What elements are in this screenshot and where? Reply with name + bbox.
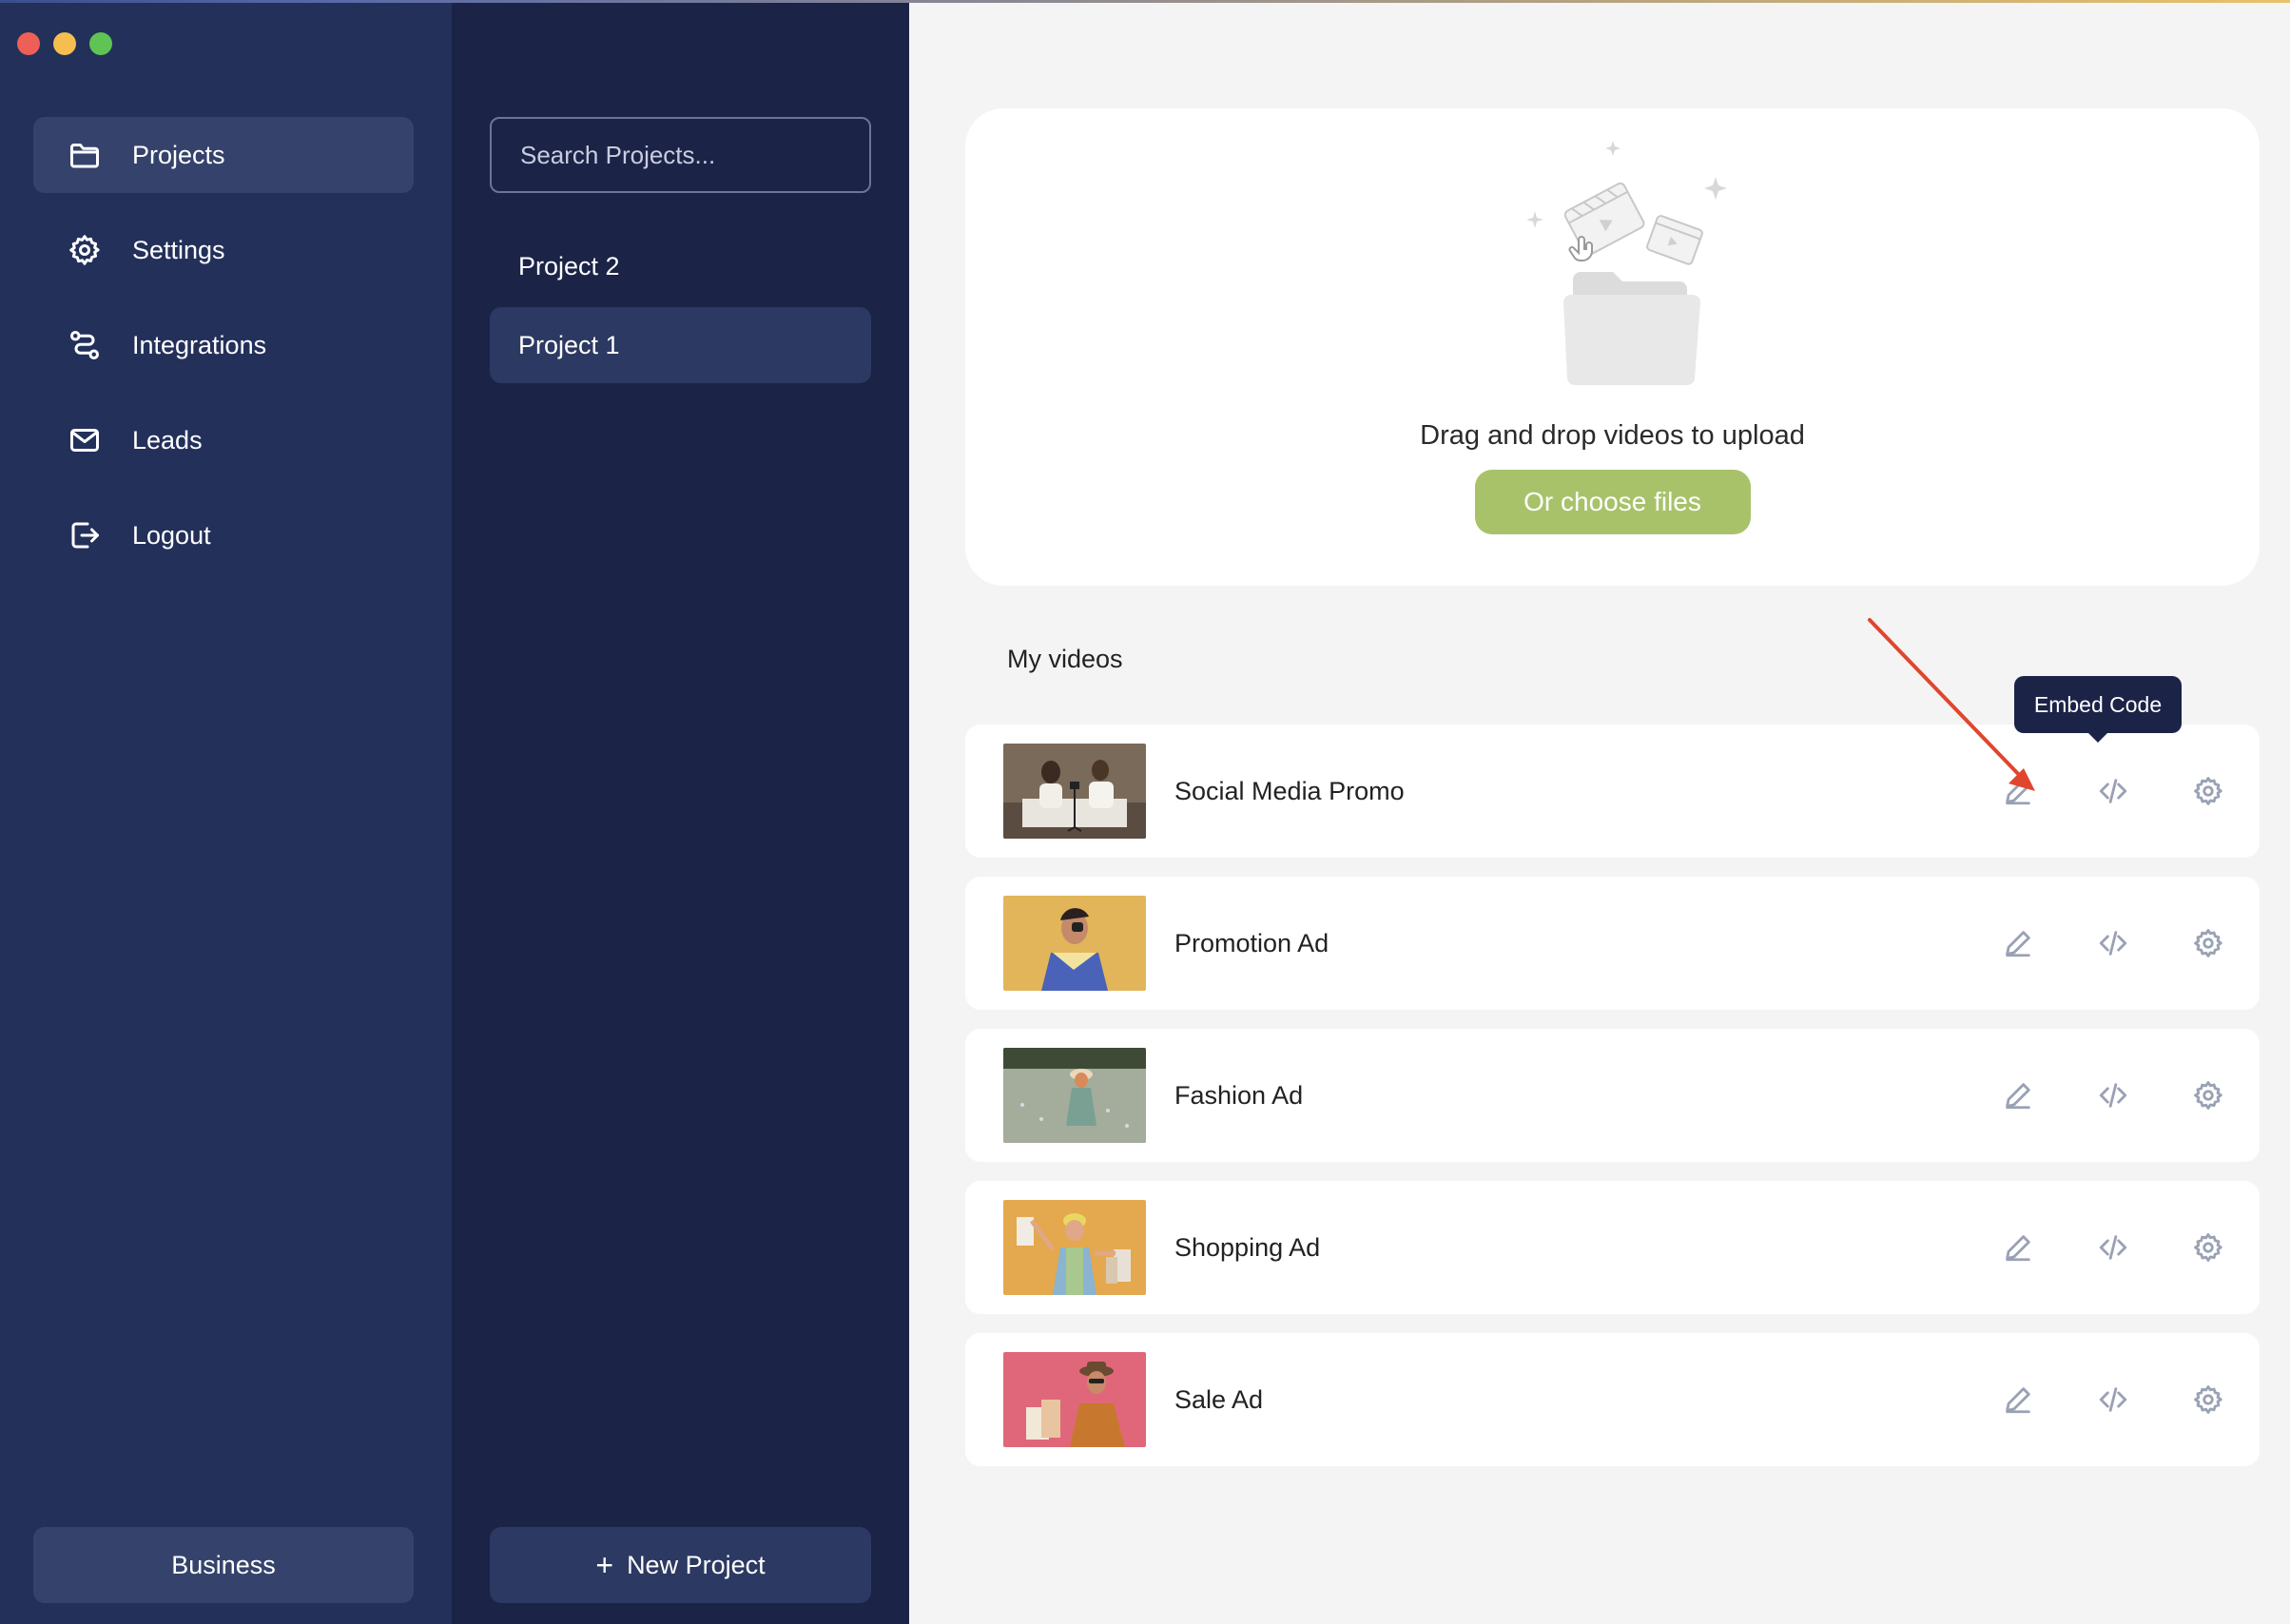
embed-code-button[interactable]	[2096, 1078, 2130, 1112]
primary-sidebar: Projects Settings Integrations Leads Log…	[0, 0, 452, 1624]
video-actions	[2001, 1181, 2225, 1314]
video-actions	[2001, 725, 2225, 858]
pencil-icon	[2006, 1235, 2030, 1262]
integrations-icon	[68, 328, 102, 362]
sidebar-item-label: Settings	[132, 235, 225, 264]
video-row[interactable]: Fashion Ad	[965, 1029, 2260, 1162]
edit-button[interactable]	[2001, 1382, 2035, 1417]
sidebar-item-label: Integrations	[132, 330, 267, 359]
minimize-window-button[interactable]	[53, 32, 76, 55]
sidebar-item-leads[interactable]: Leads	[33, 402, 414, 478]
gear-icon	[2194, 929, 2222, 957]
search-input[interactable]	[490, 117, 871, 193]
pencil-icon	[2006, 779, 2030, 805]
video-title: Sale Ad	[1174, 1384, 1264, 1414]
video-actions	[2001, 877, 2225, 1010]
maximize-window-button[interactable]	[89, 32, 112, 55]
code-icon	[2099, 1083, 2127, 1108]
video-title: Social Media Promo	[1174, 776, 1405, 805]
embed-code-button[interactable]	[2096, 1230, 2130, 1265]
new-project-label: New Project	[627, 1550, 766, 1579]
top-accent-line	[0, 0, 2290, 3]
sidebar-item-label: Projects	[132, 140, 225, 169]
embed-code-button[interactable]	[2096, 774, 2130, 808]
gear-icon	[2194, 1081, 2222, 1110]
new-project-button[interactable]: + New Project	[490, 1527, 871, 1603]
video-settings-button[interactable]	[2191, 926, 2225, 960]
projects-panel: Project 2 Project 1 + New Project	[452, 0, 909, 1624]
project-item-project-1[interactable]: Project 1	[490, 307, 871, 383]
code-icon	[2099, 1387, 2127, 1412]
sidebar-item-settings[interactable]: Settings	[33, 212, 414, 288]
edit-button[interactable]	[2001, 1230, 2035, 1265]
video-settings-button[interactable]	[2191, 1382, 2225, 1417]
video-thumbnail[interactable]	[1003, 896, 1146, 991]
video-thumbnail[interactable]	[1003, 1352, 1146, 1447]
video-row[interactable]: Social Media Promo	[965, 725, 2260, 858]
video-row[interactable]: Promotion Ad	[965, 877, 2260, 1010]
logout-icon	[68, 518, 102, 552]
embed-code-tooltip: Embed Code	[2014, 676, 2182, 733]
code-icon	[2099, 931, 2127, 956]
gear-icon	[2194, 1385, 2222, 1414]
plan-button[interactable]: Business	[33, 1527, 414, 1603]
project-list: Project 2 Project 1	[490, 228, 871, 386]
sidebar-item-label: Logout	[132, 520, 211, 550]
project-item-label: Project 2	[518, 251, 620, 280]
code-icon	[2099, 1235, 2127, 1260]
choose-files-button[interactable]: Or choose files	[1474, 470, 1751, 534]
window-controls	[17, 32, 112, 55]
close-window-button[interactable]	[17, 32, 40, 55]
upload-dropzone[interactable]: Drag and drop videos to upload Or choose…	[965, 108, 2260, 586]
sidebar-item-logout[interactable]: Logout	[33, 497, 414, 573]
gear-icon	[2194, 777, 2222, 805]
project-item-label: Project 1	[518, 330, 620, 359]
video-actions	[2001, 1029, 2225, 1162]
sidebar-item-projects[interactable]: Projects	[33, 117, 414, 193]
pencil-icon	[2006, 1387, 2030, 1414]
plus-icon: +	[595, 1548, 614, 1582]
video-thumbnail[interactable]	[1003, 1200, 1146, 1295]
embed-code-button[interactable]	[2096, 1382, 2130, 1417]
section-title: My videos	[1007, 645, 1123, 673]
edit-button[interactable]	[2001, 926, 2035, 960]
sidebar-nav: Projects Settings Integrations Leads Log…	[33, 117, 414, 592]
edit-button[interactable]	[2001, 1078, 2035, 1112]
video-thumbnail[interactable]	[1003, 744, 1146, 839]
video-row[interactable]: Shopping Ad	[965, 1181, 2260, 1314]
video-list: Social Media Promo Promotion Ad Fashion …	[965, 725, 2260, 1485]
mail-icon	[68, 423, 102, 457]
gear-icon	[68, 233, 102, 267]
pencil-icon	[2006, 1083, 2030, 1110]
sidebar-item-label: Leads	[132, 425, 203, 454]
app-window: Projects Settings Integrations Leads Log…	[0, 0, 2290, 1624]
video-thumbnail[interactable]	[1003, 1048, 1146, 1143]
folder-icon	[68, 138, 102, 172]
project-item-project-2[interactable]: Project 2	[490, 228, 871, 304]
upload-illustration-icon	[1525, 141, 1727, 386]
sidebar-item-integrations[interactable]: Integrations	[33, 307, 414, 383]
embed-code-button[interactable]	[2096, 926, 2130, 960]
video-row[interactable]: Sale Ad	[965, 1333, 2260, 1466]
edit-button[interactable]	[2001, 774, 2035, 808]
video-title: Shopping Ad	[1174, 1232, 1321, 1262]
gear-icon	[2194, 1233, 2222, 1262]
video-title: Promotion Ad	[1174, 928, 1329, 957]
video-settings-button[interactable]	[2191, 1078, 2225, 1112]
video-settings-button[interactable]	[2191, 774, 2225, 808]
main-content: Drag and drop videos to upload Or choose…	[909, 0, 2290, 1624]
video-actions	[2001, 1333, 2225, 1466]
video-title: Fashion Ad	[1174, 1080, 1304, 1110]
pencil-icon	[2006, 931, 2030, 957]
video-settings-button[interactable]	[2191, 1230, 2225, 1265]
upload-instructions: Drag and drop videos to upload	[1420, 420, 1805, 451]
code-icon	[2099, 779, 2127, 803]
